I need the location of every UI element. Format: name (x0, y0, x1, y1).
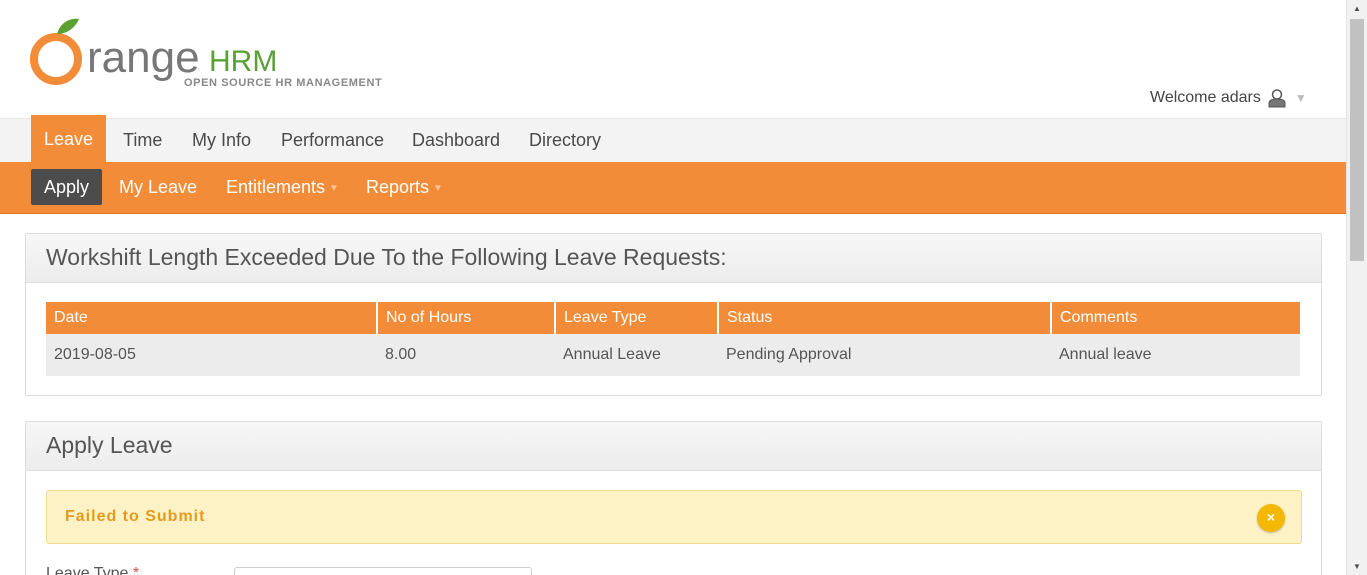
cell-date: 2019-08-05 (46, 334, 377, 376)
chevron-down-icon: ▼ (433, 183, 443, 194)
nav-item-my-info[interactable]: My Info (179, 119, 264, 163)
column-header-leave-type: Leave Type (555, 302, 719, 334)
sub-nav: Apply My Leave Entitlements ▼ Reports ▼ (0, 162, 1347, 214)
column-header-status: Status (718, 302, 1052, 334)
welcome-text: Welcome adars (1150, 89, 1261, 106)
panel-title: Apply Leave (46, 432, 173, 458)
leave-type-label-text: Leave Type (46, 565, 129, 575)
alert-message: Failed to Submit (65, 508, 206, 525)
leave-requests-table: Date No of Hours Leave Type Status Comme… (46, 302, 1300, 376)
page: range HRM OPEN SOURCE HR MANAGEMENT Welc… (0, 0, 1347, 575)
nav-item-performance[interactable]: Performance (268, 119, 397, 163)
subnav-item-reports[interactable]: Reports ▼ (353, 169, 456, 205)
cell-comments: Annual leave (1051, 334, 1300, 376)
panel-title: Workshift Length Exceeded Due To the Fol… (46, 244, 727, 270)
panel-header: Apply Leave (26, 422, 1321, 471)
chevron-down-icon: ▼ (1294, 91, 1307, 105)
subnav-item-apply[interactable]: Apply (31, 169, 103, 205)
brand-tagline: OPEN SOURCE HR MANAGEMENT (184, 77, 382, 89)
column-header-date: Date (46, 302, 378, 334)
required-marker: * (132, 565, 140, 575)
failed-submit-alert: Failed to Submit × (46, 490, 1302, 544)
chevron-down-icon: ▼ (329, 183, 339, 194)
orange-icon (30, 18, 82, 85)
leave-type-label: Leave Type * (46, 565, 139, 575)
subnav-item-entitlements[interactable]: Entitlements ▼ (213, 169, 352, 205)
workshift-exceeded-panel: Workshift Length Exceeded Due To the Fol… (25, 233, 1322, 396)
welcome-menu[interactable]: Welcome adars ▼ (1150, 88, 1307, 108)
main-nav: Leave Time My Info Performance Dashboard… (0, 115, 1347, 163)
close-icon[interactable]: × (1257, 504, 1285, 532)
scrollbar-thumb[interactable] (1350, 19, 1364, 261)
nav-item-dashboard[interactable]: Dashboard (399, 119, 513, 163)
nav-item-leave[interactable]: Leave (31, 115, 107, 163)
table-header-row: Date No of Hours Leave Type Status Comme… (46, 302, 1300, 334)
subnav-item-my-leave[interactable]: My Leave (106, 169, 210, 205)
leave-type-select[interactable] (234, 567, 532, 575)
panel-header: Workshift Length Exceeded Due To the Fol… (26, 234, 1321, 283)
brand-word: range (87, 33, 200, 82)
orangehrm-logo[interactable]: range HRM OPEN SOURCE HR MANAGEMENT (29, 16, 389, 92)
table-row: 2019-08-05 8.00 Annual Leave Pending App… (46, 334, 1300, 376)
nav-item-directory[interactable]: Directory (516, 119, 614, 163)
nav-item-time[interactable]: Time (110, 119, 175, 163)
cell-hours: 8.00 (377, 334, 555, 376)
vertical-scrollbar[interactable]: ▲ ▼ (1346, 0, 1367, 575)
cell-status: Pending Approval (718, 334, 1051, 376)
cell-leave-type: Annual Leave (555, 334, 718, 376)
user-icon (1268, 89, 1286, 108)
apply-leave-panel: Apply Leave Failed to Submit × Leave Typ… (25, 421, 1322, 575)
subnav-reports-label: Reports (366, 177, 430, 197)
column-header-hours: No of Hours (377, 302, 556, 334)
scroll-down-icon[interactable]: ▼ (1347, 558, 1367, 575)
subnav-entitlements-label: Entitlements (226, 177, 326, 197)
column-header-comments: Comments (1051, 302, 1300, 334)
scroll-up-icon[interactable]: ▲ (1347, 0, 1367, 17)
brand-suffix: HRM (209, 45, 277, 78)
